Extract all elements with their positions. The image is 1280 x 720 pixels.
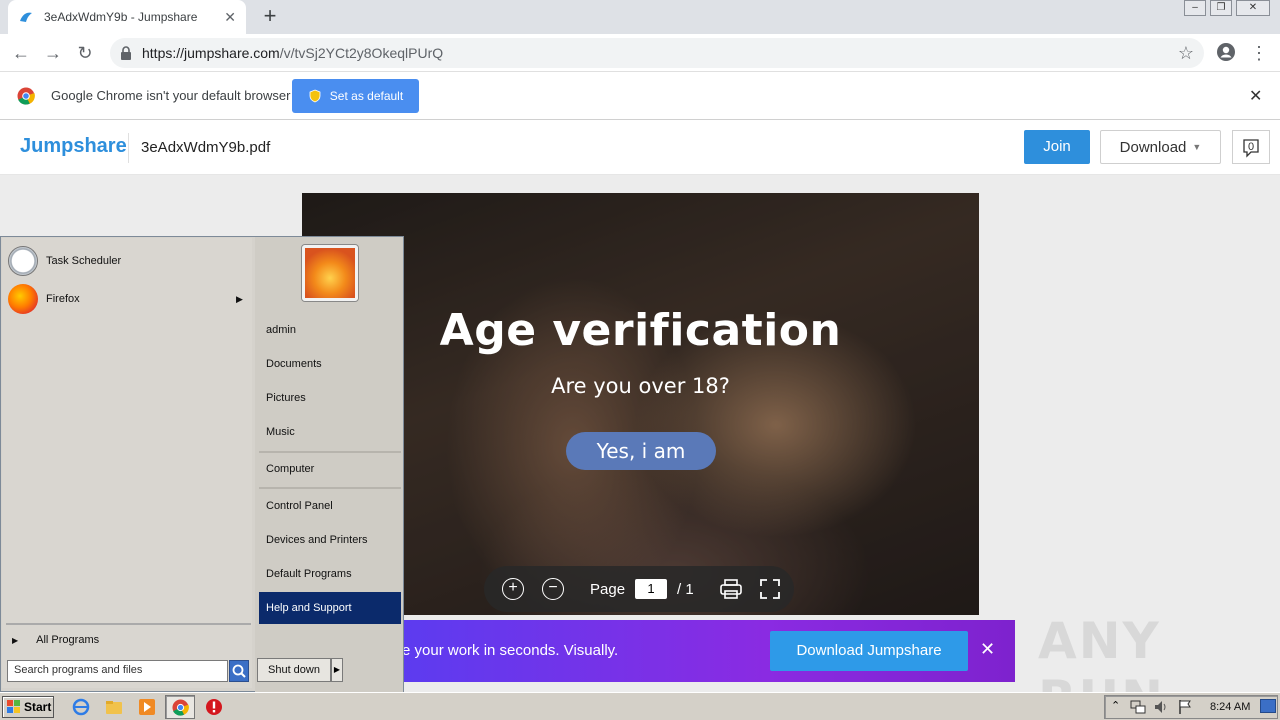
start-right-control-panel[interactable]: Control Panel [266,500,333,512]
places-separator [259,451,401,453]
comments-button[interactable]: 0 [1232,130,1270,164]
download-jumpshare-button[interactable]: Download Jumpshare [770,631,968,671]
tab-title: 3eAdxWdmY9b - Jumpshare [44,10,198,24]
action-center-flag-icon[interactable] [1177,699,1193,715]
url-host: https://jumpshare.com [142,45,280,61]
print-icon[interactable] [719,579,742,599]
reload-icon[interactable]: ↻ [74,42,96,64]
url-path: /v/tvSj2YCt2y8OkeqlPUrQ [279,45,444,61]
promo-banner: e your work in seconds. Visually. Downlo… [392,620,1015,682]
tab-close-icon[interactable]: ✕ [224,9,236,26]
lock-icon [121,46,131,60]
start-right-pictures[interactable]: Pictures [266,392,306,404]
task-scheduler-label: Task Scheduler [46,255,122,267]
shutdown-button[interactable]: Shut down [257,658,331,682]
submenu-arrow-icon: ▶ [236,294,243,304]
forward-icon[interactable]: → [42,42,64,64]
jumpshare-logo[interactable]: Jumpshare [20,135,127,158]
shutdown-options-arrow-icon[interactable]: ▶ [331,658,343,682]
stop-sign-icon[interactable] [205,698,223,716]
yes-button[interactable]: Yes, i am [566,432,716,470]
fullscreen-icon[interactable] [759,579,780,599]
network-icon[interactable] [1130,699,1146,715]
firefox-icon [8,284,38,314]
start-right-help-support[interactable]: Help and Support [266,602,352,614]
download-button[interactable]: Download ▼ [1100,130,1221,164]
clock-icon [8,246,38,276]
promo-text: e your work in seconds. Visually. [402,642,619,659]
start-right-default-programs[interactable]: Default Programs [266,568,352,580]
firefox-label: Firefox [46,293,80,305]
windows-logo-icon [7,700,20,713]
restore-icon[interactable]: ❐ [1210,0,1232,16]
zoom-in-icon[interactable]: + [502,578,524,600]
promo-close-icon[interactable]: ✕ [980,639,995,660]
show-desktop-icon[interactable] [1260,699,1276,713]
tab-strip: 3eAdxWdmY9b - Jumpshare ✕ + – ❐ ✕ [0,0,1280,34]
page-total: / 1 [677,580,694,598]
all-programs-label: All Programs [36,634,100,646]
tray-expand-icon[interactable]: ⌃ [1111,699,1120,712]
set-default-button[interactable]: Set as default [292,79,419,113]
all-programs-arrow-icon: ▶ [12,636,19,645]
start-item-firefox[interactable]: Firefox [8,281,248,317]
zoom-out-icon[interactable]: − [542,578,564,600]
header-divider [128,133,129,163]
explorer-folder-icon[interactable] [105,698,123,716]
file-name: 3eAdxWdmY9b.pdf [141,139,271,156]
media-player-icon[interactable] [138,698,156,716]
set-default-label: Set as default [329,89,404,103]
browser-tab[interactable]: 3eAdxWdmY9b - Jumpshare ✕ [8,0,246,34]
start-right-devices-printers[interactable]: Devices and Printers [266,534,368,546]
start-right-admin[interactable]: admin [266,324,296,336]
chrome-taskbar-icon [172,699,189,716]
profile-icon[interactable] [1216,42,1236,62]
taskbar: Start ⌃ 8:24 AM [0,692,1280,720]
browser-toolbar: ← → ↻ https://jumpshare.com/v/tvSj2YCt2y… [0,34,1280,72]
search-icon[interactable] [229,660,249,682]
jumpshare-favicon-icon [20,12,32,22]
comment-count: 0 [1248,141,1255,153]
chrome-logo-icon [17,87,35,105]
menu-dots-icon[interactable]: ⋮ [1248,42,1270,64]
all-programs-button[interactable]: ▶ All Programs [12,634,99,646]
start-item-task-scheduler[interactable]: Task Scheduler [8,243,248,279]
minimize-icon[interactable]: – [1184,0,1206,16]
new-tab-button[interactable]: + [258,4,282,28]
jumpshare-header: Jumpshare 3eAdxWdmY9b.pdf Join Download … [0,121,1280,175]
start-right-music[interactable]: Music [266,426,295,438]
pdf-controls: + − Page 1 / 1 [484,566,794,612]
places-separator [259,487,401,489]
start-search-input[interactable]: Search programs and files [7,660,228,682]
caret-down-icon: ▼ [1192,142,1202,152]
join-button[interactable]: Join [1024,130,1090,164]
back-icon[interactable]: ← [10,42,32,64]
bookmark-star-icon[interactable]: ☆ [1175,42,1197,64]
default-browser-infobar: Google Chrome isn't your default browser… [0,72,1280,120]
magnifier-icon [232,664,246,678]
window-close-icon[interactable]: ✕ [1236,0,1270,16]
start-right-computer[interactable]: Computer [266,463,314,475]
volume-icon[interactable] [1153,699,1169,715]
ie-icon[interactable] [72,698,90,716]
page-number-input[interactable]: 1 [635,579,668,599]
taskbar-clock[interactable]: 8:24 AM [1210,701,1250,713]
download-label: Download [1119,138,1187,156]
start-right-documents[interactable]: Documents [266,358,322,370]
start-button[interactable]: Start [2,696,54,718]
start-menu-separator [6,623,251,625]
infobar-text: Google Chrome isn't your default browser [51,88,291,103]
shield-icon [309,89,321,103]
taskbar-chrome-button[interactable] [165,695,195,719]
address-bar[interactable]: https://jumpshare.com/v/tvSj2YCt2y8Okeql… [110,38,1204,68]
page-label: Page [590,580,626,598]
start-label: Start [24,700,52,714]
infobar-close-icon[interactable]: ✕ [1249,86,1262,106]
user-avatar[interactable] [302,245,358,301]
